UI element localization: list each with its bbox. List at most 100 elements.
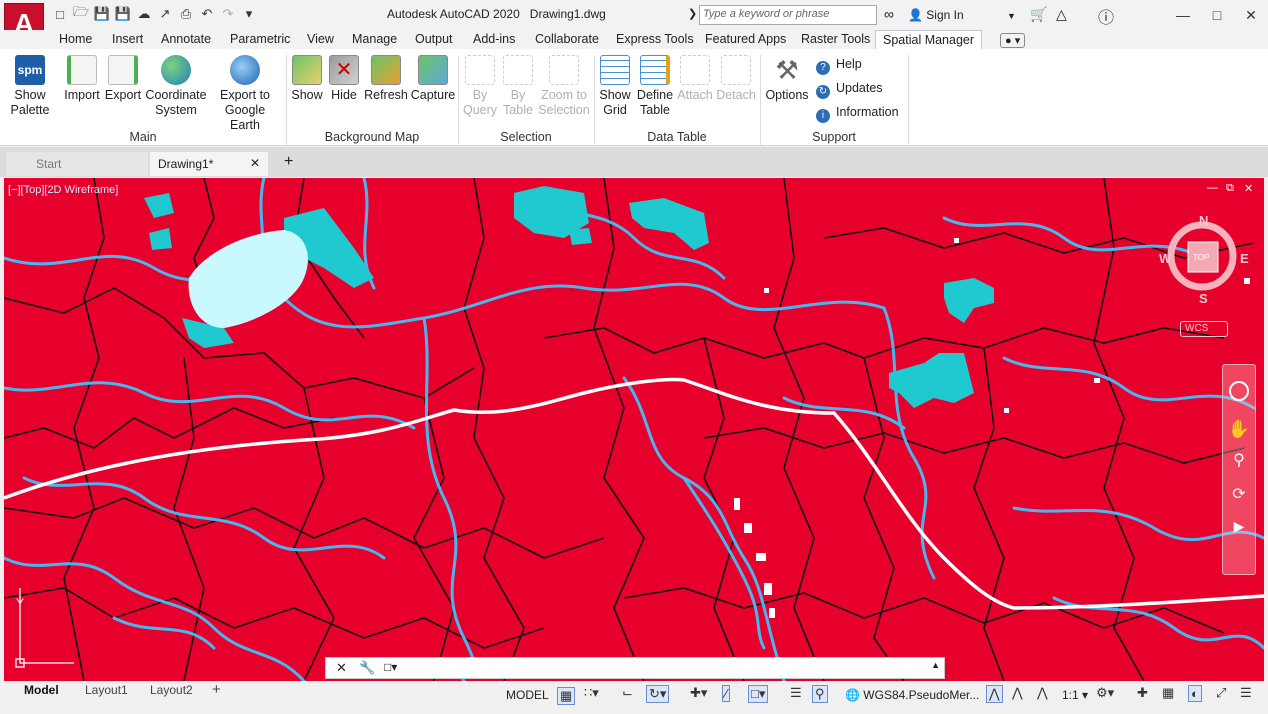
annotation-visibility-icon[interactable]: ⋀ [986,685,1003,703]
tab-view[interactable]: View [307,32,334,46]
tab-raster-tools[interactable]: Raster Tools [801,32,870,46]
command-prompt-icon[interactable]: □▾ [384,660,397,674]
layout-tab-model[interactable]: Model [24,683,59,697]
search-input[interactable]: Type a keyword or phrase [699,5,877,25]
annotation-autoscale-icon[interactable]: ⋀ [1012,685,1023,701]
ortho-toggle-icon[interactable]: ⌙ [622,685,633,701]
tab-featured-apps[interactable]: Featured Apps [705,32,786,46]
object-snap-icon[interactable]: □▾ [748,685,769,703]
customize-menu-icon[interactable]: ☰ [1240,685,1252,701]
chevron-up-icon[interactable]: ▲ [931,660,940,670]
export-google-earth-button[interactable]: Export to Google Earth [210,55,280,133]
help-icon[interactable]: ⓘ [1098,4,1114,28]
lineweight-icon[interactable]: ☰ [790,685,802,701]
chevron-down-icon[interactable]: ▾ [241,6,257,22]
layout-tab-layout1[interactable]: Layout1 [85,683,128,697]
updates-button[interactable]: ↻ Updates [816,81,883,99]
drawing-canvas[interactable]: [−][Top][2D Wireframe] N S E W TOP WCS Y… [4,178,1264,681]
chevron-right-icon[interactable]: ❯ [688,7,697,20]
redo-icon[interactable]: ↷ [220,6,236,22]
by-table-button[interactable]: By Table [500,55,536,118]
show-map-button[interactable]: Show [290,55,324,103]
fullscreen-icon[interactable]: ⤢ [1216,685,1226,701]
command-line[interactable]: ✕ 🔧 □▾ ▲ [325,657,945,679]
add-tab-icon[interactable]: + [278,152,299,176]
annotation-scale-select[interactable]: 1:1 ▾ [1062,688,1088,702]
detach-button[interactable]: Detach [716,55,756,103]
viewport-close-icon[interactable]: ✕ [1244,182,1253,195]
viewport-minimize-icon[interactable]: — [1207,182,1218,194]
tab-add-ins[interactable]: Add-ins [473,32,515,46]
viewport-controls-label[interactable]: [−][Top][2D Wireframe] [8,184,118,196]
cloud-icon[interactable]: ☁ [136,6,152,22]
options-button[interactable]: ⚒ Options [764,55,810,103]
open-icon[interactable]: 🗁 [73,4,89,22]
tab-insert[interactable]: Insert [112,32,143,46]
a360-icon[interactable]: △ [1056,6,1067,23]
polar-toggle-icon[interactable]: ↻▾ [646,685,670,703]
isodraft-icon[interactable]: ✚▾ [690,685,707,701]
undo-icon[interactable]: ↶ [199,6,215,22]
viewport-restore-icon[interactable]: ⧉ [1226,182,1234,195]
tab-collaborate[interactable]: Collaborate [535,32,599,46]
close-icon[interactable]: ✕ [1234,0,1268,30]
maximize-icon[interactable]: □ [1200,0,1234,30]
tab-home[interactable]: Home [59,32,92,46]
tab-parametric[interactable]: Parametric [230,32,290,46]
add-layout-icon[interactable]: + [212,681,221,698]
workspace-gear-icon[interactable]: ⚙▾ [1096,685,1114,701]
by-query-button[interactable]: By Query [462,55,498,118]
tab-drawing1[interactable]: Drawing1* ✕ [150,152,268,176]
zoom-to-selection-button[interactable]: Zoom to Selection [538,55,590,118]
show-grid-label-1: Show [599,88,631,102]
graphics-performance-icon[interactable]: ◐ [1188,685,1202,702]
refresh-map-button[interactable]: Refresh [364,55,408,103]
object-snap-tracking-icon[interactable]: ∕ [722,685,731,702]
coordinate-system-status[interactable]: 🌐 WGS84.PseudoMer... [845,688,979,702]
hide-map-button[interactable]: ✕ Hide [328,55,360,103]
save-icon[interactable]: 💾 [94,6,110,22]
tab-start[interactable]: Start [6,152,148,176]
layout-tab-layout2[interactable]: Layout2 [150,683,193,697]
print-icon[interactable]: ⎙ [178,6,194,22]
tab-spatial-manager[interactable]: Spatial Manager [875,30,983,50]
show-palette-button[interactable]: spm Show Palette [8,55,52,118]
annotation-scale-icon[interactable]: ⋀ [1037,685,1048,701]
close-icon[interactable]: ✕ [250,156,260,170]
wrench-icon[interactable]: 🔧 [359,660,375,676]
attach-button[interactable]: Attach [676,55,714,103]
tab-manage[interactable]: Manage [352,32,397,46]
tab-express-tools[interactable]: Express Tools [616,32,694,46]
zoom-extents-icon[interactable]: ⚲ [1223,450,1255,470]
ribbon-options-icon[interactable]: ● ▾ [1000,33,1026,48]
tab-output[interactable]: Output [415,32,453,46]
grid-toggle-icon[interactable]: ▦ [557,687,576,705]
capture-map-button[interactable]: Capture [410,55,456,103]
tab-annotate[interactable]: Annotate [161,32,211,46]
sign-in-button[interactable]: 👤 Sign In ▼ [908,8,1016,22]
new-icon[interactable]: □ [52,6,68,22]
help-button[interactable]: ? Help [816,57,862,75]
snap-toggle-icon[interactable]: ∷▾ [584,685,599,701]
export-button[interactable]: Export [103,55,143,103]
save-as-icon[interactable]: 💾 [115,6,131,22]
location-pin-icon[interactable]: ⚲ [812,685,828,703]
share-icon[interactable]: ↗ [157,6,173,22]
plus-icon[interactable]: ✚ [1137,685,1148,701]
coordinate-system-button[interactable]: Coordinate System [145,55,207,118]
showmotion-icon[interactable]: ▶ [1223,518,1255,535]
orbit-icon[interactable]: ⟳ [1223,484,1255,504]
minimize-icon[interactable]: — [1166,0,1200,30]
show-grid-button[interactable]: Show Grid [598,55,632,118]
pan-icon[interactable]: ✋ [1223,419,1255,440]
define-table-button[interactable]: Define Table [636,55,674,118]
wcs-menu[interactable]: WCS [1180,321,1228,337]
model-space-button[interactable]: MODEL [506,688,549,702]
binoculars-icon[interactable]: ∞ [884,6,894,22]
steering-wheel-icon[interactable] [1229,381,1249,401]
isolate-objects-icon[interactable]: ▦ [1162,685,1174,701]
import-button[interactable]: Import [62,55,102,103]
cart-icon[interactable]: 🛒 [1030,6,1047,23]
close-icon[interactable]: ✕ [336,660,347,676]
information-button[interactable]: i Information [816,105,899,123]
